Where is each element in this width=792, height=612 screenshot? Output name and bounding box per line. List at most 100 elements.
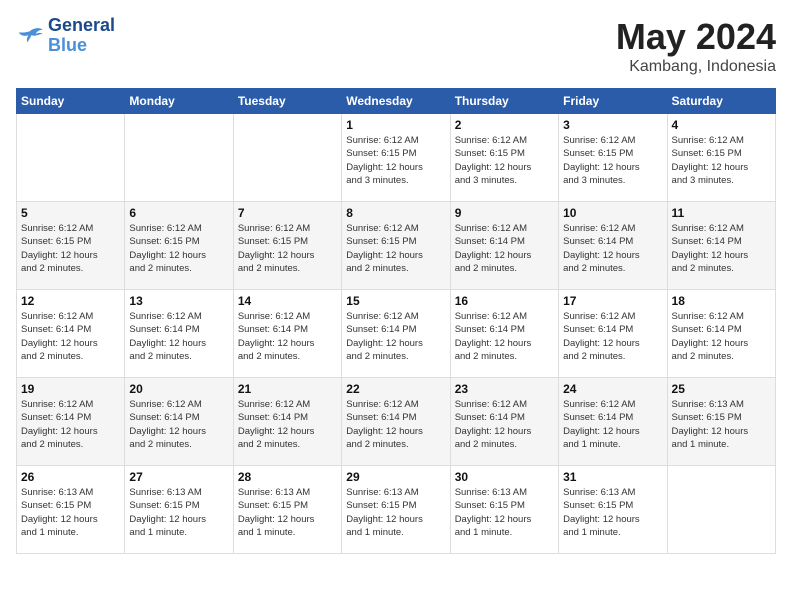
day-number: 20 xyxy=(129,382,228,396)
calendar-cell: 3Sunrise: 6:12 AM Sunset: 6:15 PM Daylig… xyxy=(559,114,667,202)
calendar-cell: 24 Sunrise: 6:12 AM Sunset: 6:14 PM Dayli… xyxy=(559,378,667,466)
day-info: Sunrise: 6:12 AM Sunset: 6:14 PM Dayligh… xyxy=(129,398,228,451)
day-number: 6 xyxy=(129,206,228,220)
day-info: Sunrise: 6:12 AM Sunset: 6:14 PM Dayligh… xyxy=(21,310,120,363)
calendar-cell: 22Sunrise: 6:12 AM Sunset: 6:14 PM Dayli… xyxy=(342,378,450,466)
day-info: Sunrise: 6:12 AM Sunset: 6:15 PM Dayligh… xyxy=(563,134,662,187)
day-number: 26 xyxy=(21,470,120,484)
day-number: 12 xyxy=(21,294,120,308)
day-number: 16 xyxy=(455,294,554,308)
calendar-cell: 16Sunrise: 6:12 AM Sunset: 6:14 PM Dayli… xyxy=(450,290,558,378)
calendar-cell: 4Sunrise: 6:12 AM Sunset: 6:15 PM Daylig… xyxy=(667,114,775,202)
day-info: Sunrise: 6:13 AM Sunset: 6:15 PM Dayligh… xyxy=(346,486,445,539)
calendar-cell: 28Sunrise: 6:13 AM Sunset: 6:15 PM Dayli… xyxy=(233,466,341,554)
calendar-week-row: 5 Sunrise: 6:12 AM Sunset: 6:15 PM Daylig… xyxy=(17,202,776,290)
calendar-body: 1 Sunrise: 6:12 AM Sunset: 6:15 PM Daylig… xyxy=(17,114,776,554)
day-number: 22 xyxy=(346,382,445,396)
calendar-cell: 14 Sunrise: 6:12 AM Sunset: 6:14 PM Dayli… xyxy=(233,290,341,378)
weekday-header-friday: Friday xyxy=(559,89,667,114)
calendar-week-row: 12 Sunrise: 6:12 AM Sunset: 6:14 PM Dayli… xyxy=(17,290,776,378)
day-info: Sunrise: 6:12 AM Sunset: 6:14 PM Dayligh… xyxy=(563,398,662,451)
month-title: May 2024 xyxy=(616,16,776,58)
calendar-cell: 19Sunrise: 6:12 AM Sunset: 6:14 PM Dayli… xyxy=(17,378,125,466)
day-info: Sunrise: 6:13 AM Sunset: 6:15 PM Dayligh… xyxy=(672,398,771,451)
calendar-cell xyxy=(17,114,125,202)
day-number: 1 xyxy=(346,118,445,132)
day-info: Sunrise: 6:12 AM Sunset: 6:14 PM Dayligh… xyxy=(129,310,228,363)
calendar-week-row: 1 Sunrise: 6:12 AM Sunset: 6:15 PM Daylig… xyxy=(17,114,776,202)
calendar-cell: 20 Sunrise: 6:12 AM Sunset: 6:14 PM Dayli… xyxy=(125,378,233,466)
calendar-cell: 27 Sunrise: 6:13 AM Sunset: 6:15 PM Dayli… xyxy=(125,466,233,554)
day-number: 11 xyxy=(672,206,771,220)
day-number: 24 xyxy=(563,382,662,396)
day-info: Sunrise: 6:12 AM Sunset: 6:14 PM Dayligh… xyxy=(455,222,554,275)
day-info: Sunrise: 6:12 AM Sunset: 6:15 PM Dayligh… xyxy=(346,222,445,275)
day-number: 15 xyxy=(346,294,445,308)
calendar-cell: 15 Sunrise: 6:12 AM Sunset: 6:14 PM Dayli… xyxy=(342,290,450,378)
day-info: Sunrise: 6:12 AM Sunset: 6:14 PM Dayligh… xyxy=(21,398,120,451)
title-area: May 2024 Kambang, Indonesia xyxy=(616,16,776,76)
day-number: 14 xyxy=(238,294,337,308)
day-number: 13 xyxy=(129,294,228,308)
weekday-header-thursday: Thursday xyxy=(450,89,558,114)
day-info: Sunrise: 6:12 AM Sunset: 6:14 PM Dayligh… xyxy=(238,310,337,363)
day-info: Sunrise: 6:13 AM Sunset: 6:15 PM Dayligh… xyxy=(21,486,120,539)
day-info: Sunrise: 6:12 AM Sunset: 6:14 PM Dayligh… xyxy=(563,222,662,275)
day-info: Sunrise: 6:13 AM Sunset: 6:15 PM Dayligh… xyxy=(129,486,228,539)
weekday-header-sunday: Sunday xyxy=(17,89,125,114)
page-header: General Blue May 2024 Kambang, Indonesia xyxy=(16,16,776,76)
day-number: 9 xyxy=(455,206,554,220)
day-number: 7 xyxy=(238,206,337,220)
calendar-cell: 29 Sunrise: 6:13 AM Sunset: 6:15 PM Dayli… xyxy=(342,466,450,554)
day-number: 4 xyxy=(672,118,771,132)
calendar-week-row: 26 Sunrise: 6:13 AM Sunset: 6:15 PM Dayli… xyxy=(17,466,776,554)
day-number: 17 xyxy=(563,294,662,308)
day-info: Sunrise: 6:12 AM Sunset: 6:14 PM Dayligh… xyxy=(346,310,445,363)
calendar-cell: 17 Sunrise: 6:12 AM Sunset: 6:14 PM Dayli… xyxy=(559,290,667,378)
day-info: Sunrise: 6:12 AM Sunset: 6:14 PM Dayligh… xyxy=(563,310,662,363)
day-info: Sunrise: 6:13 AM Sunset: 6:15 PM Dayligh… xyxy=(455,486,554,539)
location-subtitle: Kambang, Indonesia xyxy=(616,58,776,76)
day-number: 23 xyxy=(455,382,554,396)
day-number: 29 xyxy=(346,470,445,484)
calendar-cell: 5 Sunrise: 6:12 AM Sunset: 6:15 PM Daylig… xyxy=(17,202,125,290)
calendar-cell: 31Sunrise: 6:13 AM Sunset: 6:15 PM Dayli… xyxy=(559,466,667,554)
calendar-cell xyxy=(667,466,775,554)
calendar-cell: 9 Sunrise: 6:12 AM Sunset: 6:14 PM Daylig… xyxy=(450,202,558,290)
calendar-cell: 25Sunrise: 6:13 AM Sunset: 6:15 PM Dayli… xyxy=(667,378,775,466)
calendar-cell: 18Sunrise: 6:12 AM Sunset: 6:14 PM Dayli… xyxy=(667,290,775,378)
day-number: 27 xyxy=(129,470,228,484)
day-info: Sunrise: 6:12 AM Sunset: 6:15 PM Dayligh… xyxy=(346,134,445,187)
day-info: Sunrise: 6:12 AM Sunset: 6:15 PM Dayligh… xyxy=(455,134,554,187)
day-info: Sunrise: 6:12 AM Sunset: 6:14 PM Dayligh… xyxy=(455,398,554,451)
calendar-cell: 23 Sunrise: 6:12 AM Sunset: 6:14 PM Dayli… xyxy=(450,378,558,466)
day-info: Sunrise: 6:12 AM Sunset: 6:14 PM Dayligh… xyxy=(672,222,771,275)
calendar-cell xyxy=(233,114,341,202)
calendar-cell: 21Sunrise: 6:12 AM Sunset: 6:14 PM Dayli… xyxy=(233,378,341,466)
calendar-week-row: 19Sunrise: 6:12 AM Sunset: 6:14 PM Dayli… xyxy=(17,378,776,466)
logo-bird-icon xyxy=(16,24,44,48)
day-number: 5 xyxy=(21,206,120,220)
calendar-cell: 26 Sunrise: 6:13 AM Sunset: 6:15 PM Dayli… xyxy=(17,466,125,554)
calendar-cell: 2 Sunrise: 6:12 AM Sunset: 6:15 PM Daylig… xyxy=(450,114,558,202)
weekday-header-monday: Monday xyxy=(125,89,233,114)
day-info: Sunrise: 6:12 AM Sunset: 6:15 PM Dayligh… xyxy=(21,222,120,275)
day-number: 18 xyxy=(672,294,771,308)
calendar-cell: 13 Sunrise: 6:12 AM Sunset: 6:14 PM Dayli… xyxy=(125,290,233,378)
logo: General Blue xyxy=(16,16,115,56)
weekday-header-wednesday: Wednesday xyxy=(342,89,450,114)
day-info: Sunrise: 6:12 AM Sunset: 6:15 PM Dayligh… xyxy=(238,222,337,275)
calendar-cell xyxy=(125,114,233,202)
calendar-header-row: SundayMondayTuesdayWednesdayThursdayFrid… xyxy=(17,89,776,114)
weekday-header-tuesday: Tuesday xyxy=(233,89,341,114)
weekday-header-saturday: Saturday xyxy=(667,89,775,114)
calendar-cell: 7 Sunrise: 6:12 AM Sunset: 6:15 PM Daylig… xyxy=(233,202,341,290)
day-number: 28 xyxy=(238,470,337,484)
calendar-cell: 30Sunrise: 6:13 AM Sunset: 6:15 PM Dayli… xyxy=(450,466,558,554)
day-number: 10 xyxy=(563,206,662,220)
calendar-cell: 11 Sunrise: 6:12 AM Sunset: 6:14 PM Dayli… xyxy=(667,202,775,290)
day-number: 8 xyxy=(346,206,445,220)
day-number: 21 xyxy=(238,382,337,396)
day-number: 31 xyxy=(563,470,662,484)
day-number: 2 xyxy=(455,118,554,132)
